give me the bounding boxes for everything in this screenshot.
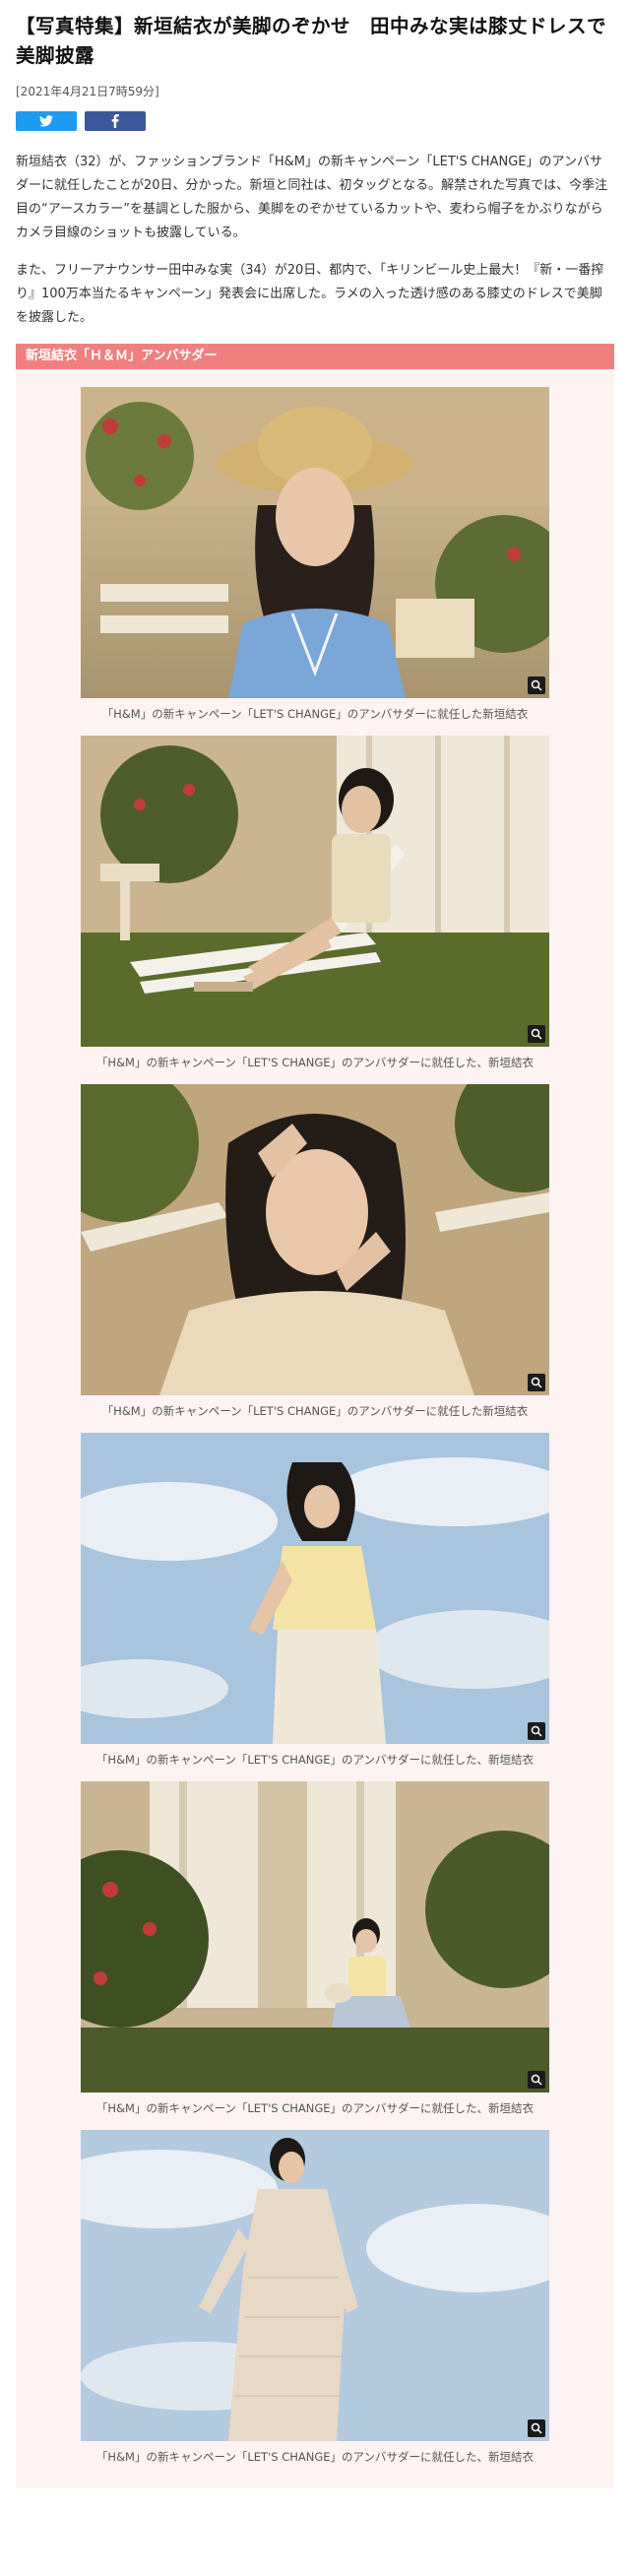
photo-woman-straw-hat xyxy=(81,387,549,698)
zoom-in-icon[interactable] xyxy=(528,676,545,694)
photo-caption: 「H&M」の新キャンペーン「LET'S CHANGE」のアンバサダーに就任した、… xyxy=(95,1753,535,1767)
article-body: 新垣結衣（32）が、ファッションブランド「H&M」の新キャンペーン「LET'S … xyxy=(16,151,614,330)
facebook-f-icon xyxy=(111,114,119,128)
gallery-photo[interactable] xyxy=(81,1084,549,1395)
article-date: [2021年4月21日7時59分] xyxy=(16,85,159,98)
gallery-photo[interactable] xyxy=(81,387,549,698)
section-heading: 新垣結衣「Ｈ＆Ｍ」アンバサダー xyxy=(16,344,614,369)
photo-caption: 「H&M」の新キャンペーン「LET'S CHANGE」のアンバサダーに就任した、… xyxy=(95,2450,535,2464)
twitter-share-button[interactable] xyxy=(16,111,77,131)
gallery-photo[interactable] xyxy=(81,1433,549,1744)
gallery-figure: 「H&M」の新キャンペーン「LET'S CHANGE」のアンバサダーに就任した、… xyxy=(81,736,549,1070)
article-paragraph: 新垣結衣（32）が、ファッションブランド「H&M」の新キャンペーン「LET'S … xyxy=(16,155,608,240)
facebook-share-button[interactable] xyxy=(85,111,146,131)
gallery-figure: 「H&M」の新キャンペーン「LET'S CHANGE」のアンバサダーに就任した、… xyxy=(81,1781,549,2116)
gallery-figure: 「H&M」の新キャンペーン「LET'S CHANGE」のアンバサダーに就任した、… xyxy=(81,2130,549,2465)
twitter-bird-icon xyxy=(39,115,53,127)
article: 【写真特集】新垣結衣が美脚のぞかせ 田中みな実は膝丈ドレスで美脚披露 [2021… xyxy=(0,0,630,2488)
photo-gallery: 「H&M」の新キャンペーン「LET'S CHANGE」のアンバサダーに就任した新… xyxy=(16,369,614,2488)
gallery-figure: 「H&M」の新キャンペーン「LET'S CHANGE」のアンバサダーに就任した新… xyxy=(81,1084,549,1419)
photo-woman-sky-yellow-top xyxy=(81,1433,549,1744)
article-paragraph: また、フリーアナウンサー田中みな実（34）が20日、都内で、「キリンビール史上最… xyxy=(16,263,604,325)
gallery-photo[interactable] xyxy=(81,736,549,1047)
photo-woman-lounge-chair xyxy=(81,736,549,1047)
zoom-in-icon[interactable] xyxy=(528,2071,545,2089)
photo-woman-garden-crouching xyxy=(81,1781,549,2093)
gallery-figure: 「H&M」の新キャンペーン「LET'S CHANGE」のアンバサダーに就任した、… xyxy=(81,1433,549,1768)
photo-caption: 「H&M」の新キャンペーン「LET'S CHANGE」のアンバサダーに就任した、… xyxy=(95,2101,535,2115)
zoom-in-icon[interactable] xyxy=(528,1025,545,1043)
zoom-in-icon[interactable] xyxy=(528,2419,545,2437)
zoom-in-icon[interactable] xyxy=(528,1722,545,1740)
zoom-in-icon[interactable] xyxy=(528,1374,545,1391)
photo-woman-closeup xyxy=(81,1084,549,1395)
photo-caption: 「H&M」の新キャンペーン「LET'S CHANGE」のアンバサダーに就任した新… xyxy=(101,707,529,721)
photo-caption: 「H&M」の新キャンペーン「LET'S CHANGE」のアンバサダーに就任した、… xyxy=(95,1056,535,1069)
gallery-photo[interactable] xyxy=(81,1781,549,2093)
gallery-figure: 「H&M」の新キャンペーン「LET'S CHANGE」のアンバサダーに就任した新… xyxy=(81,387,549,722)
article-title: 【写真特集】新垣結衣が美脚のぞかせ 田中みな実は膝丈ドレスで美脚披露 xyxy=(16,15,607,67)
gallery-photo[interactable] xyxy=(81,2130,549,2441)
photo-woman-sky-dress xyxy=(81,2130,549,2441)
share-buttons xyxy=(16,111,614,131)
photo-caption: 「H&M」の新キャンペーン「LET'S CHANGE」のアンバサダーに就任した新… xyxy=(101,1404,529,1418)
